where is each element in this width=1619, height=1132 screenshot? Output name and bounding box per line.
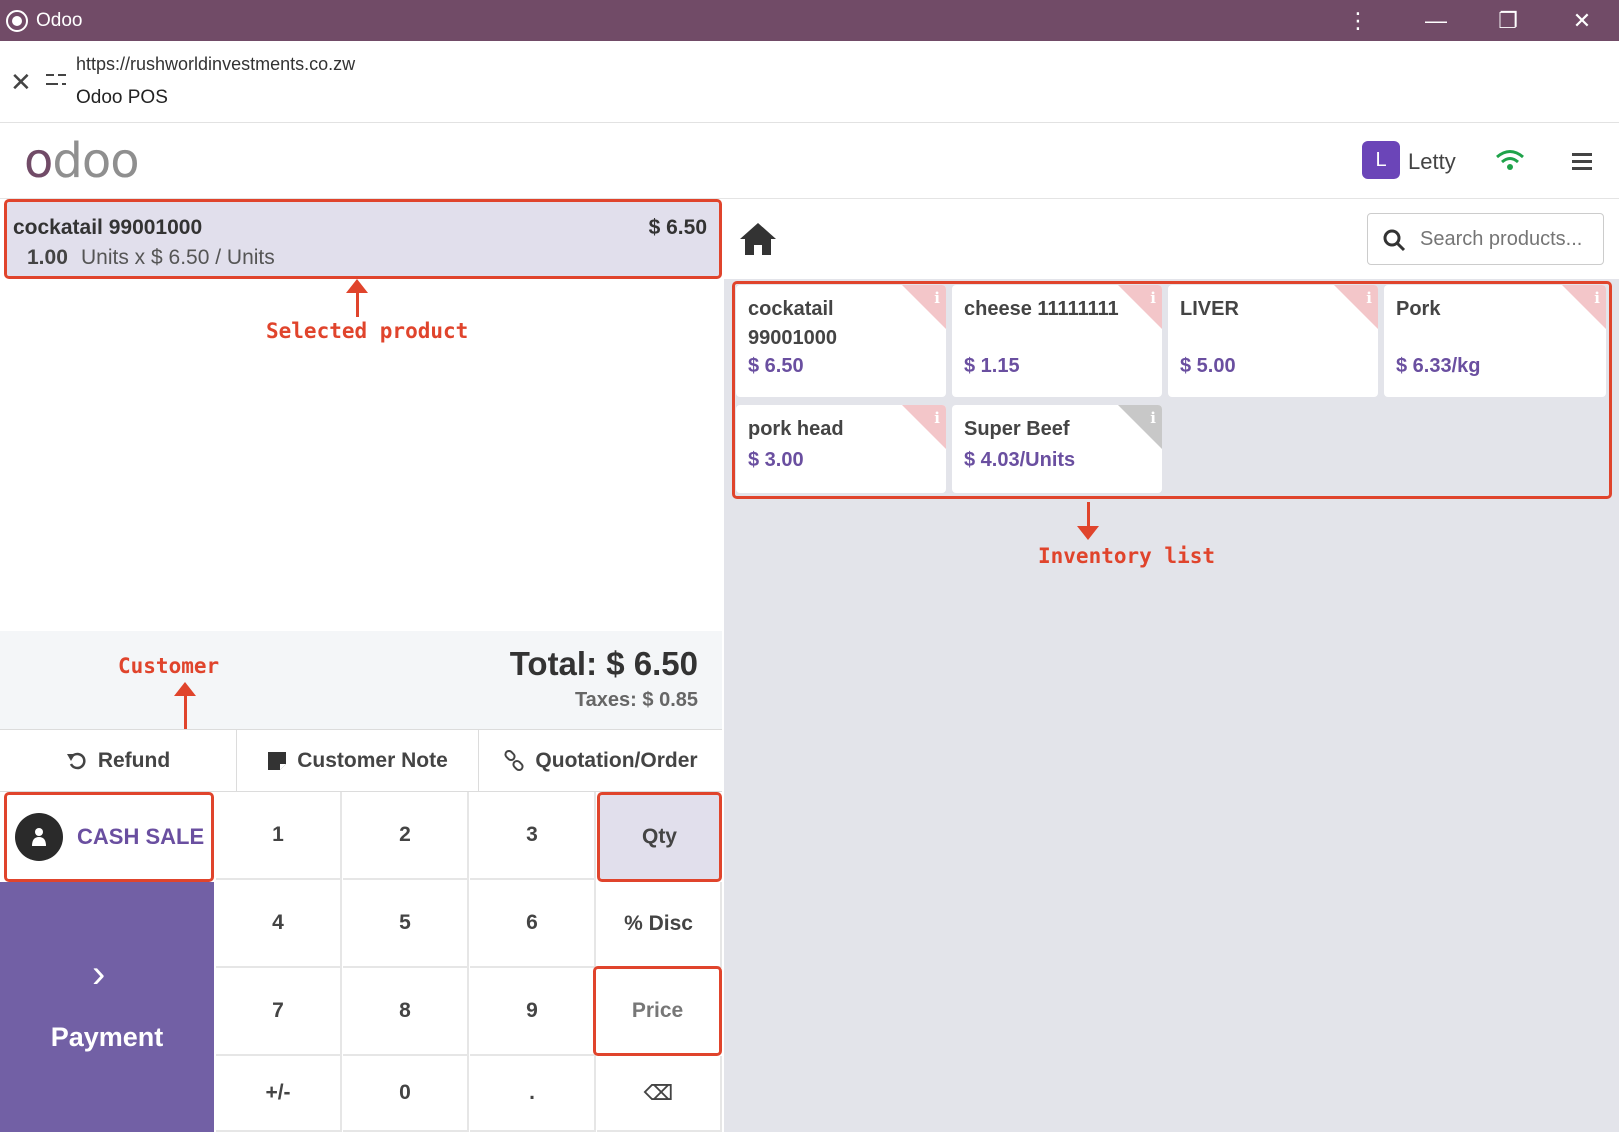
pos-header: odoo L Letty bbox=[0, 123, 1619, 199]
info-icon[interactable]: i bbox=[1366, 289, 1372, 307]
annotation-customer: Customer bbox=[118, 654, 220, 678]
search-icon bbox=[1383, 229, 1406, 252]
refund-label: Refund bbox=[97, 748, 171, 772]
numpad-key-dot[interactable]: . bbox=[470, 1056, 596, 1132]
wifi-icon[interactable] bbox=[1495, 148, 1525, 172]
info-icon[interactable]: i bbox=[1594, 289, 1600, 307]
numpad-key-3[interactable]: 3 bbox=[470, 792, 596, 880]
numpad-key-4[interactable]: 4 bbox=[216, 880, 342, 968]
minimize-button[interactable]: — bbox=[1406, 0, 1466, 41]
numpad-key-5[interactable]: 5 bbox=[343, 880, 469, 968]
payment-button[interactable]: › Payment bbox=[0, 882, 214, 1132]
link-icon bbox=[504, 749, 524, 771]
product-price: $ 6.33/kg bbox=[1396, 355, 1481, 377]
numpad-key-1[interactable]: 1 bbox=[216, 792, 342, 880]
product-card[interactable]: i cheese 11111111 $ 1.15 bbox=[952, 285, 1162, 397]
numpad-key-9[interactable]: 9 bbox=[470, 968, 596, 1056]
numpad-key-8[interactable]: 8 bbox=[343, 968, 469, 1056]
page-title: Odoo POS bbox=[76, 87, 168, 108]
annotation-selected-product: Selected product bbox=[266, 319, 469, 343]
order-panel: cockatail 99001000 $ 6.50 1.00 Units x $… bbox=[0, 199, 724, 1132]
product-card[interactable]: i pork head $ 3.00 bbox=[736, 405, 946, 493]
disc-mode-button[interactable]: % Disc bbox=[597, 882, 722, 968]
product-search[interactable] bbox=[1367, 213, 1604, 265]
product-name: Pork bbox=[1396, 298, 1441, 320]
user-avatar[interactable]: L bbox=[1362, 141, 1400, 179]
page-url[interactable]: https://rushworldinvestments.co.zw bbox=[76, 54, 355, 75]
window-title: Odoo bbox=[36, 9, 83, 31]
customer-name: CASH SALE bbox=[77, 824, 205, 849]
annotation-inventory-list: Inventory list bbox=[1038, 544, 1216, 568]
site-settings-icon[interactable] bbox=[46, 69, 66, 91]
user-name[interactable]: Letty bbox=[1408, 149, 1456, 175]
numpad-key-0[interactable]: 0 bbox=[343, 1056, 469, 1132]
app-icon bbox=[6, 9, 28, 32]
product-name: pork head bbox=[748, 418, 844, 440]
product-name: cheese 11111111 bbox=[964, 298, 1119, 320]
order-totals: Total: $ 6.50 Taxes: $ 0.85 bbox=[0, 631, 722, 729]
order-total: Total: $ 6.50 bbox=[509, 645, 698, 682]
customer-button[interactable]: CASH SALE bbox=[4, 792, 214, 882]
note-icon bbox=[268, 751, 287, 770]
order-line-selected[interactable]: cockatail 99001000 $ 6.50 1.00 Units x $… bbox=[4, 199, 722, 279]
window-titlebar: Odoo ⋮ — ❐ ✕ bbox=[0, 0, 1619, 41]
chevron-right-icon: › bbox=[92, 952, 106, 996]
order-taxes: Taxes: $ 0.85 bbox=[574, 689, 698, 711]
product-toolbar bbox=[724, 199, 1619, 279]
info-icon[interactable]: i bbox=[934, 409, 940, 427]
product-price: $ 3.00 bbox=[748, 449, 804, 471]
product-name: LIVER bbox=[1180, 298, 1239, 320]
payment-label: Payment bbox=[50, 1022, 164, 1052]
annotation-arrowhead bbox=[346, 279, 368, 293]
numpad-key-6[interactable]: 6 bbox=[470, 880, 596, 968]
backspace-button[interactable]: ⌫ bbox=[597, 1056, 722, 1132]
product-card[interactable]: i Pork $ 6.33/kg bbox=[1384, 285, 1606, 397]
product-name: Super Beef bbox=[964, 418, 1070, 440]
more-options-icon[interactable]: ⋮ bbox=[1328, 0, 1388, 41]
user-icon bbox=[15, 813, 63, 861]
refund-button[interactable]: Refund bbox=[0, 730, 237, 791]
close-window-button[interactable]: ✕ bbox=[1552, 0, 1612, 41]
numpad-key-sign[interactable]: +/- bbox=[216, 1056, 342, 1132]
address-bar: ✕ https://rushworldinvestments.co.zw Odo… bbox=[0, 41, 1619, 123]
product-card[interactable]: i cockatail 99001000 $ 6.50 bbox=[736, 285, 946, 397]
home-icon[interactable] bbox=[738, 221, 778, 257]
info-icon[interactable]: i bbox=[1150, 289, 1156, 307]
quotation-order-button[interactable]: Quotation/Order bbox=[479, 730, 722, 791]
numpad-key-7[interactable]: 7 bbox=[216, 968, 342, 1056]
qty-mode-button[interactable]: Qty bbox=[597, 792, 722, 882]
annotation-arrowhead bbox=[1077, 526, 1099, 540]
customer-note-label: Customer Note bbox=[297, 748, 448, 772]
numpad-key-2[interactable]: 2 bbox=[343, 792, 469, 880]
order-line-name: cockatail 99001000 bbox=[13, 216, 203, 239]
order-line-qty: 1.00 bbox=[27, 246, 68, 269]
numpad-area: CASH SALE › Payment 1 2 3 Qty 4 5 6 % Di… bbox=[0, 792, 722, 1132]
hamburger-menu-icon[interactable] bbox=[1572, 153, 1592, 170]
search-input[interactable] bbox=[1420, 224, 1600, 254]
close-icon[interactable]: ✕ bbox=[10, 67, 32, 98]
customer-note-button[interactable]: Customer Note bbox=[237, 730, 479, 791]
info-icon[interactable]: i bbox=[1150, 409, 1156, 427]
order-line-price: $ 6.50 bbox=[648, 216, 707, 239]
order-controls: Refund Customer Note Quotation/Order bbox=[0, 729, 722, 792]
product-price: $ 4.03/Units bbox=[964, 449, 1076, 471]
order-line-unit-detail: Units x $ 6.50 / Units bbox=[81, 246, 275, 269]
product-name: cockatail 99001000 bbox=[748, 298, 837, 349]
product-price: $ 6.50 bbox=[748, 355, 804, 377]
odoo-logo: odoo bbox=[24, 133, 140, 189]
product-card[interactable]: i LIVER $ 5.00 bbox=[1168, 285, 1378, 397]
restore-button[interactable]: ❐ bbox=[1478, 0, 1538, 41]
product-card[interactable]: i Super Beef $ 4.03/Units bbox=[952, 405, 1162, 493]
undo-icon bbox=[66, 752, 86, 769]
quotation-order-label: Quotation/Order bbox=[535, 748, 698, 772]
product-price: $ 5.00 bbox=[1180, 355, 1236, 377]
product-panel: i cockatail99001000 $ 6.50 i cheese 1111… bbox=[724, 199, 1619, 1132]
price-mode-button[interactable]: Price bbox=[593, 966, 722, 1056]
info-icon[interactable]: i bbox=[934, 289, 940, 307]
product-price: $ 1.15 bbox=[964, 355, 1020, 377]
